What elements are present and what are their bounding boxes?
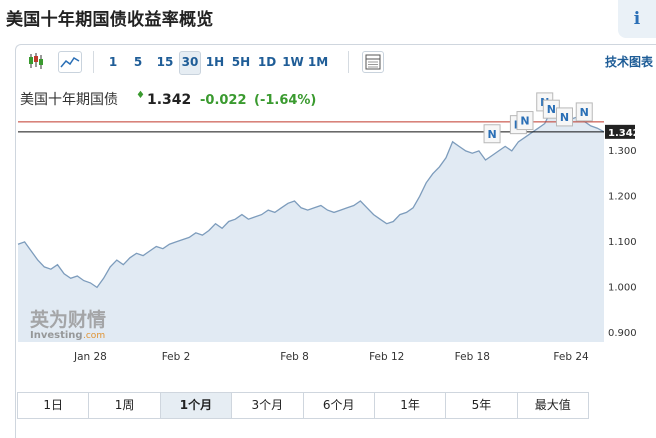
x-tick-label: Feb 12 xyxy=(369,351,404,363)
range-button-2[interactable]: 1个月 xyxy=(160,393,233,418)
news-marker[interactable]: N xyxy=(483,124,501,144)
news-marker-label: N xyxy=(580,106,589,119)
y-tick-label: 0.900 xyxy=(608,328,637,339)
news-marker[interactable]: N xyxy=(516,111,534,131)
quote-name: 美国十年期国债 xyxy=(20,92,118,108)
range-button-7[interactable]: 最大值 xyxy=(518,393,588,418)
range-selector: 1日 1周 1个月 3个月 6个月 1年 5年 最大值 xyxy=(17,392,589,419)
news-marker-label: N xyxy=(520,115,529,128)
quote-value: 1.342 xyxy=(147,92,191,108)
watermark-cn: 英为财情 xyxy=(30,308,106,331)
y-tick-label: 1.000 xyxy=(608,282,637,293)
x-tick-label: Feb 8 xyxy=(280,351,309,363)
news-marker-label: N xyxy=(547,103,556,116)
y-tick-label: 1.100 xyxy=(608,237,637,248)
price-chart: 美国十年期国债 ♦ 1.342 -0.022 (-1.64%)1.3421.3001.2… xyxy=(17,90,640,363)
news-marker[interactable]: N xyxy=(575,102,593,122)
y-tick-label: 1.300 xyxy=(608,146,637,157)
news-marker-label: N xyxy=(560,111,569,124)
last-value-label: 1.342 xyxy=(608,128,640,139)
x-tick-label: Feb 24 xyxy=(553,351,589,363)
quote-change-pct: (-1.64%) xyxy=(254,93,316,108)
watermark-en: Investing xyxy=(30,330,83,341)
range-button-3[interactable]: 3个月 xyxy=(232,393,304,418)
range-button-1[interactable]: 1周 xyxy=(89,393,161,418)
range-button-0[interactable]: 1日 xyxy=(18,393,90,418)
watermark-suffix: .com xyxy=(83,331,105,341)
x-tick-label: Feb 2 xyxy=(162,351,191,363)
range-button-4[interactable]: 6个月 xyxy=(304,393,375,418)
range-button-6[interactable]: 5年 xyxy=(446,393,518,418)
quote-change: -0.022 xyxy=(200,93,247,108)
y-tick-label: 1.200 xyxy=(608,191,637,202)
x-tick-label: Jan 28 xyxy=(73,351,107,363)
news-marker-label: N xyxy=(487,128,496,141)
x-tick-label: Feb 18 xyxy=(455,351,490,363)
news-marker[interactable]: N xyxy=(555,107,573,127)
quote-marker-icon: ♦ xyxy=(136,90,145,101)
range-button-5[interactable]: 1年 xyxy=(375,393,447,418)
